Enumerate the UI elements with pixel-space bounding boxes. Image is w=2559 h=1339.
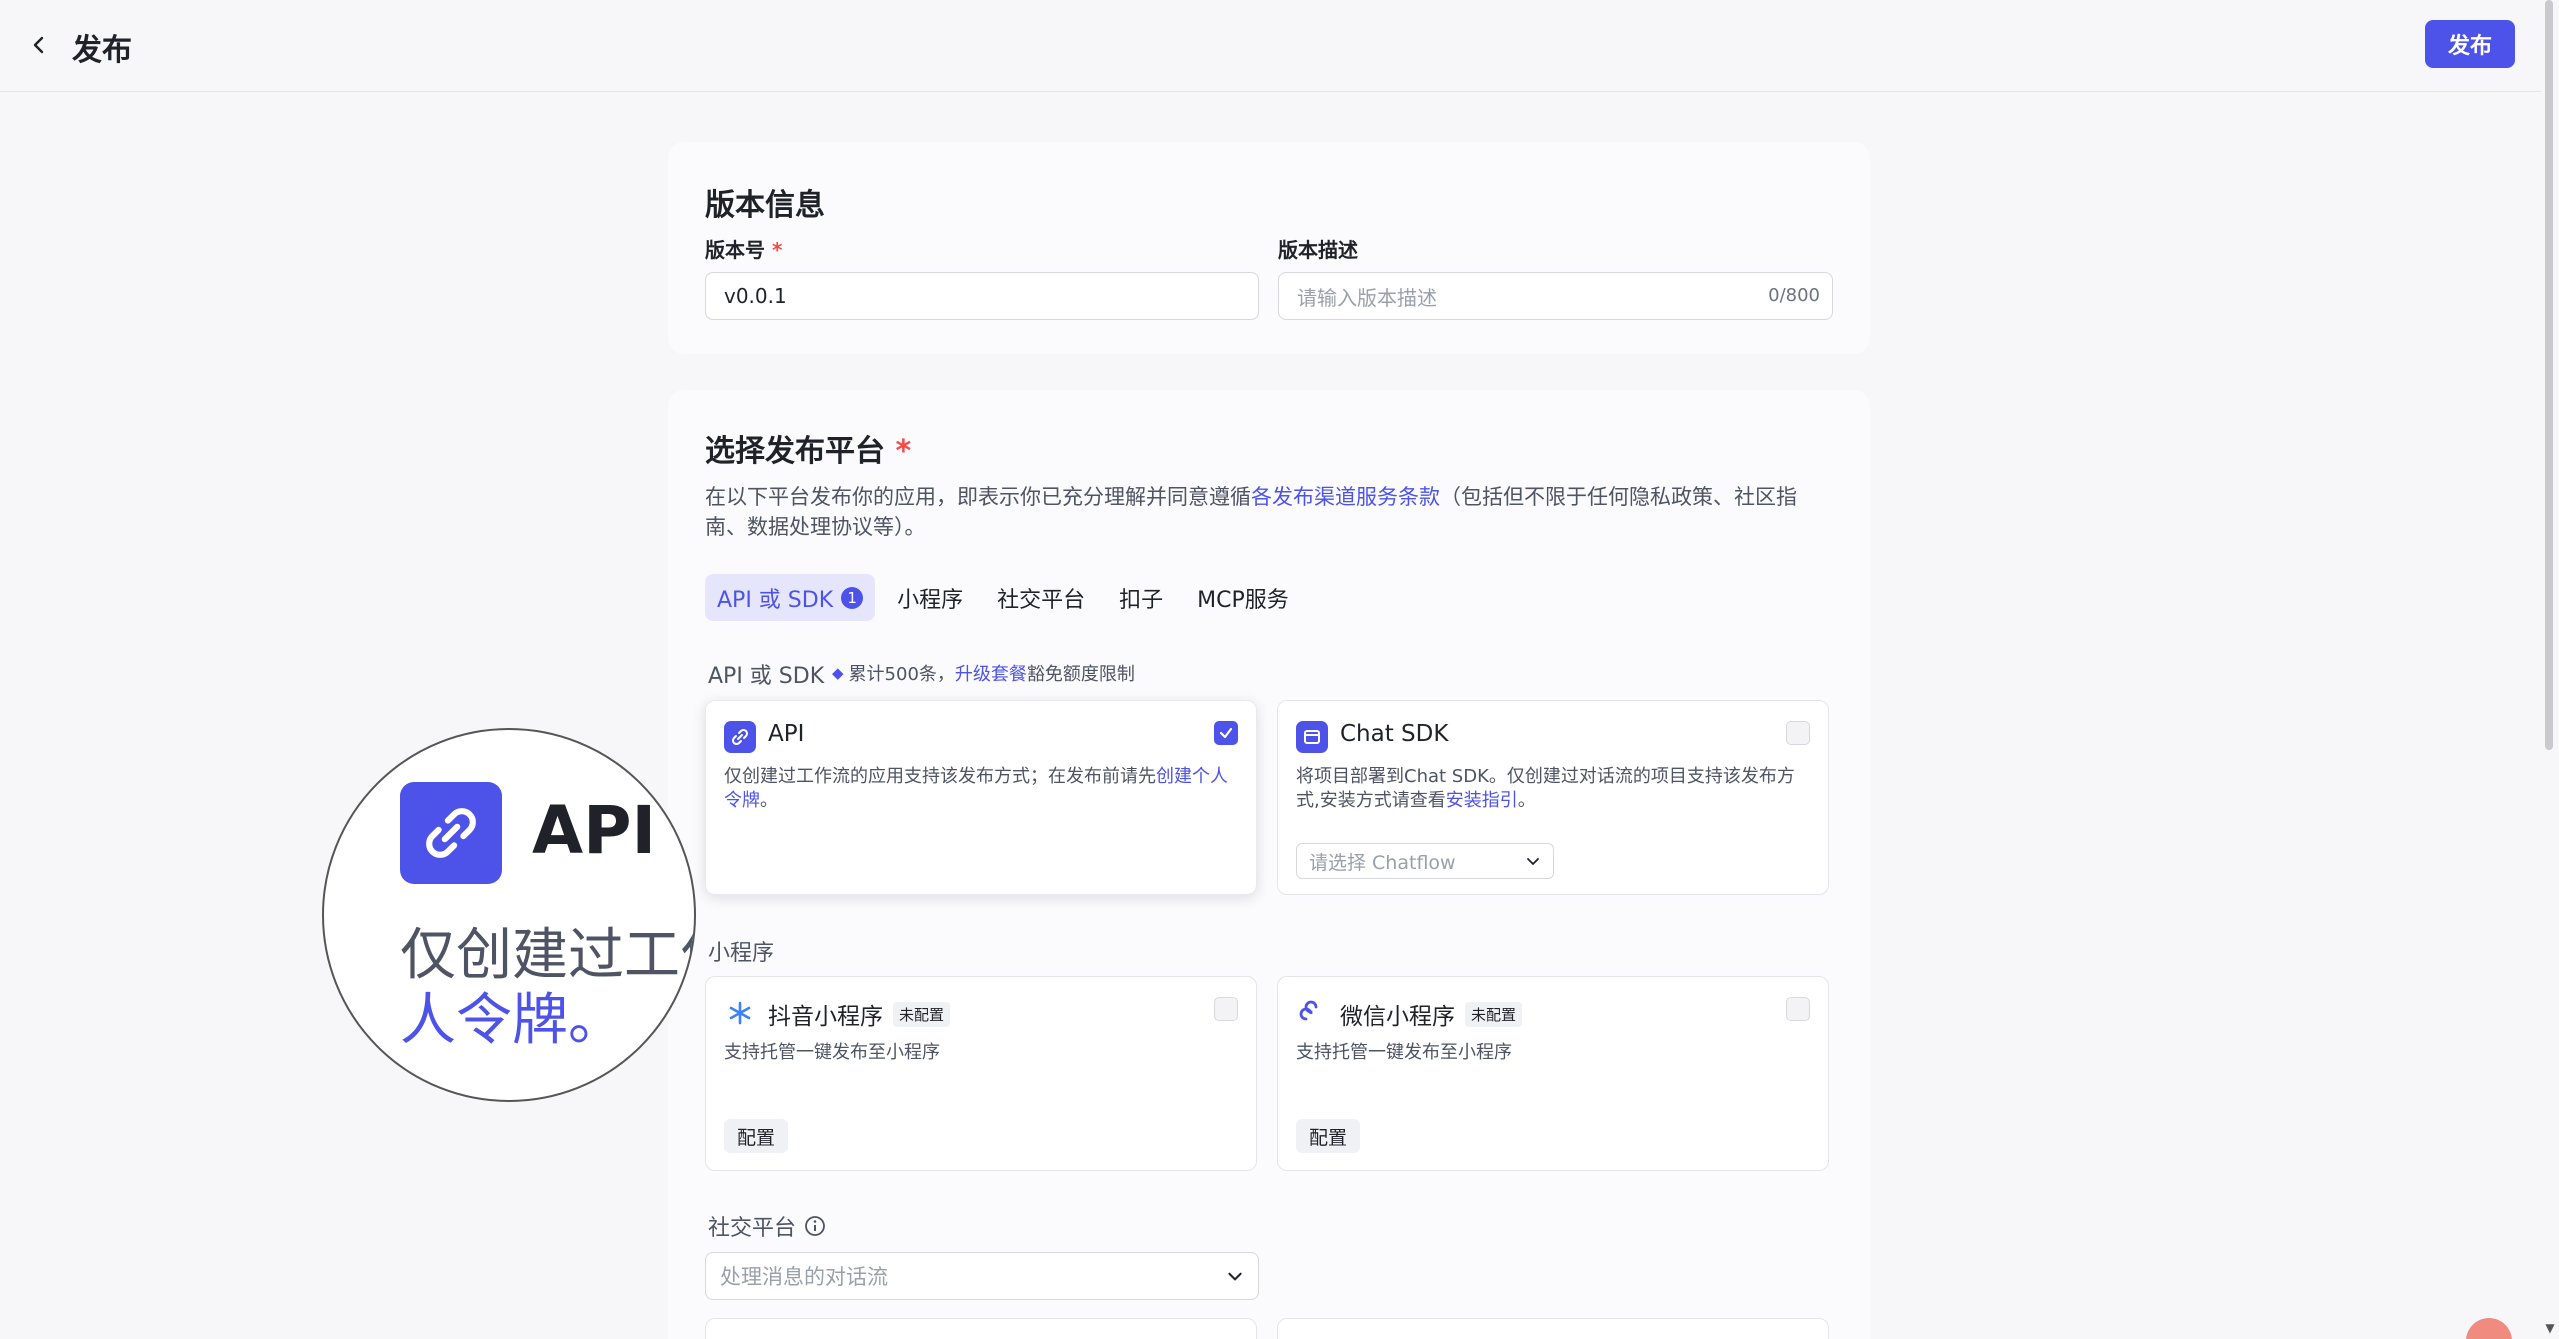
magnifier-title: API (532, 792, 657, 869)
magnifier-link-text: 人令牌。 (400, 988, 624, 1053)
wechat-mini-icon (1296, 997, 1328, 1029)
douyin-checkbox[interactable] (1214, 997, 1238, 1021)
info-icon[interactable] (804, 1215, 826, 1237)
wechat-config-button[interactable]: 配置 (1296, 1119, 1361, 1153)
tab-api-sdk[interactable]: API 或 SDK 1 (705, 574, 876, 621)
chat-sdk-checkbox[interactable] (1786, 721, 1810, 745)
zoom-magnifier: API 仅创建过工作 人令牌。 (322, 728, 696, 1102)
terms-link[interactable]: 各发布渠道服务条款 (1251, 485, 1440, 509)
tab-coze[interactable]: 扣子 (1107, 574, 1175, 621)
chatflow-select[interactable]: 请选择 Chatflow (1296, 843, 1554, 879)
wechat-platform-card[interactable]: 微信小程序 未配置 支持托管一键发布至小程序 配置 (1277, 976, 1829, 1171)
link-icon (724, 721, 756, 753)
tab-mcp[interactable]: MCP服务 (1185, 574, 1301, 621)
upgrade-link[interactable]: 升级套餐 (955, 660, 1027, 686)
tab-social[interactable]: 社交平台 (985, 574, 1097, 621)
publish-button[interactable]: 发布 (2425, 20, 2515, 68)
social-platform-card[interactable] (705, 1318, 1257, 1339)
douyin-config-button[interactable]: 配置 (724, 1119, 789, 1153)
top-bar: 发布 发布 (0, 0, 2559, 92)
wechat-card-desc: 支持托管一键发布至小程序 (1296, 1042, 1512, 1063)
api-checkbox[interactable] (1214, 721, 1238, 745)
social-chatflow-select[interactable]: 处理消息的对话流 (705, 1252, 1259, 1300)
social-section-title: 社交平台 (708, 1210, 826, 1242)
tab-mini-program[interactable]: 小程序 (885, 574, 975, 621)
douyin-platform-card[interactable]: 抖音小程序 未配置 支持托管一键发布至小程序 配置 (705, 976, 1257, 1171)
install-guide-link[interactable]: 安装指引 (1446, 790, 1518, 811)
quota-note: ◆ 累计500条， 升级套餐 豁免额度限制 (832, 660, 1135, 686)
status-badge: 未配置 (893, 1001, 951, 1027)
avatar[interactable] (2466, 1318, 2512, 1339)
window-icon (1296, 721, 1328, 753)
chevron-down-icon (1527, 858, 1539, 866)
version-number-label: 版本号 * (705, 238, 783, 262)
chat-sdk-card-title: Chat SDK (1340, 721, 1449, 747)
tab-count-badge: 1 (841, 586, 864, 609)
chevron-down-icon (1228, 1272, 1242, 1281)
page-title: 发布 (72, 33, 132, 68)
api-platform-card[interactable]: API 仅创建过工作流的应用支持该发布方式；在发布前请先创建个人令牌。 (705, 700, 1257, 895)
version-number-input[interactable]: v0.0.1 (705, 272, 1259, 320)
wechat-card-title: 微信小程序 未配置 (1340, 997, 1523, 1031)
chat-sdk-platform-card[interactable]: Chat SDK 将项目部署到Chat SDK。仅创建过对话流的项目支持该发布方… (1277, 700, 1829, 895)
version-desc-input[interactable]: 请输入版本描述 0/800 (1278, 272, 1833, 320)
douyin-card-desc: 支持托管一键发布至小程序 (724, 1042, 940, 1063)
mini-program-section-title: 小程序 (708, 941, 775, 966)
char-counter: 0/800 (1768, 285, 1820, 306)
status-badge: 未配置 (1465, 1001, 1523, 1027)
chat-sdk-card-desc: 将项目部署到Chat SDK。仅创建过对话流的项目支持该发布方式,安装方式请查看… (1296, 766, 1795, 811)
platform-tabs: API 或 SDK 1 小程序 社交平台 扣子 MCP服务 (705, 574, 1311, 621)
scroll-down-icon[interactable]: ▼ (2542, 1321, 2558, 1335)
api-card-title: API (768, 721, 805, 747)
scrollbar-thumb[interactable] (2545, 0, 2553, 750)
api-sdk-section-title: API 或 SDK (708, 664, 825, 689)
chevron-left-icon[interactable] (22, 28, 56, 62)
platform-title: 选择发布平台 * (705, 434, 912, 469)
wechat-checkbox[interactable] (1786, 997, 1810, 1021)
douyin-card-title: 抖音小程序 未配置 (768, 997, 951, 1031)
diamond-icon: ◆ (832, 664, 844, 682)
link-icon (400, 782, 502, 884)
version-info-title: 版本信息 (705, 188, 825, 223)
version-info-card: 版本信息 版本号 * v0.0.1 版本描述 请输入版本描述 0/800 (668, 142, 1870, 354)
version-desc-label: 版本描述 (1278, 238, 1358, 262)
api-card-desc: 仅创建过工作流的应用支持该发布方式；在发布前请先创建个人令牌。 (724, 766, 1228, 811)
social-platform-card[interactable] (1277, 1318, 1829, 1339)
platform-terms-text: 在以下平台发布你的应用，即表示你已充分理解并同意遵循各发布渠道服务条款（包括但不… (705, 485, 1797, 539)
douyin-icon (724, 997, 756, 1029)
